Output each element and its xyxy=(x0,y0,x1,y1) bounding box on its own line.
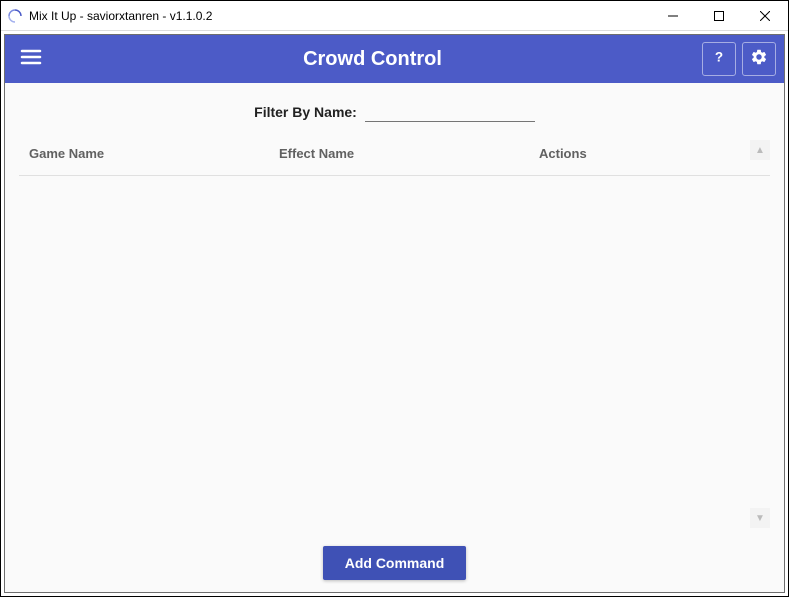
svg-text:?: ? xyxy=(715,49,723,64)
help-button[interactable]: ? xyxy=(702,42,736,76)
app-header: Crowd Control ? xyxy=(5,35,784,83)
app-window: Mix It Up - saviorxtanren - v1.1.0.2 Cro… xyxy=(0,0,789,597)
hamburger-icon xyxy=(19,45,43,74)
filter-label: Filter By Name: xyxy=(254,104,357,122)
table-area: Game Name Effect Name Actions ▲ ▼ xyxy=(5,132,784,536)
add-command-button[interactable]: Add Command xyxy=(323,546,467,580)
close-button[interactable] xyxy=(742,1,788,31)
page-title: Crowd Control xyxy=(49,48,696,71)
arrow-up-icon: ▲ xyxy=(755,145,765,156)
gear-icon xyxy=(750,48,768,71)
scroll-up-button[interactable]: ▲ xyxy=(750,140,770,160)
column-header-effect-name[interactable]: Effect Name xyxy=(279,146,539,161)
content-area: Filter By Name: Game Name Effect Name Ac… xyxy=(5,83,784,592)
column-header-game-name[interactable]: Game Name xyxy=(19,146,279,161)
filter-row: Filter By Name: xyxy=(5,83,784,132)
question-icon: ? xyxy=(710,48,728,71)
minimize-button[interactable] xyxy=(650,1,696,31)
window-title: Mix It Up - saviorxtanren - v1.1.0.2 xyxy=(29,9,212,23)
footer: Add Command xyxy=(5,536,784,592)
menu-button[interactable] xyxy=(13,41,49,77)
app-logo-icon xyxy=(7,8,23,24)
column-header-actions[interactable]: Actions xyxy=(539,146,770,161)
scroll-down-button[interactable]: ▼ xyxy=(750,508,770,528)
filter-input[interactable] xyxy=(365,101,535,122)
table-header: Game Name Effect Name Actions xyxy=(19,132,770,176)
app-content-frame: Crowd Control ? Filter By Name: Game Nam… xyxy=(4,34,785,593)
arrow-down-icon: ▼ xyxy=(755,513,765,524)
settings-button[interactable] xyxy=(742,42,776,76)
titlebar: Mix It Up - saviorxtanren - v1.1.0.2 xyxy=(1,1,788,31)
maximize-button[interactable] xyxy=(696,1,742,31)
